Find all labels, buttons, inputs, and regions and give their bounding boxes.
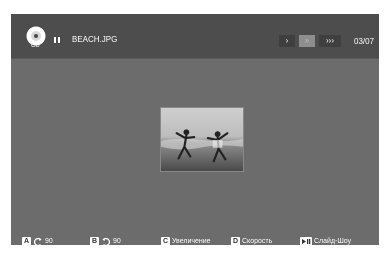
rotate-left-value: 90 (45, 238, 53, 245)
rotate-left-icon (33, 237, 42, 245)
d-key: D (231, 237, 240, 245)
rotate-right-value: 90 (113, 238, 121, 245)
play-pause-icon (300, 237, 312, 245)
top-bar: CD BEACH.JPG › » ››› 03/07 (11, 14, 379, 59)
beach-photo (160, 107, 244, 172)
disc-label: CD (31, 43, 40, 49)
speed-label: Скорость (242, 238, 273, 245)
zoom-label: Увеличение (172, 238, 211, 245)
rotate-right-control[interactable]: B 90 (90, 236, 121, 245)
photo-viewer-screen: CD BEACH.JPG › » ››› 03/07 A 90 B 90 C У… (11, 14, 379, 245)
speed-control[interactable]: D Скорость (231, 236, 272, 245)
slideshow-label: Слайд-Шоу (314, 238, 352, 245)
file-name: BEACH.JPG (72, 35, 118, 44)
zoom-control[interactable]: C Увеличение (161, 236, 211, 245)
slideshow-control[interactable]: Слайд-Шоу (300, 236, 351, 245)
speed-medium: » (299, 35, 315, 47)
b-key: B (90, 237, 99, 245)
photo-counter: 03/07 (354, 37, 375, 46)
speed-fast: ››› (319, 35, 341, 47)
rotate-right-icon (102, 237, 111, 245)
a-key: A (22, 237, 31, 245)
speed-slow: › (279, 35, 295, 47)
c-key: C (161, 237, 170, 245)
rotate-left-control[interactable]: A 90 (22, 236, 53, 245)
